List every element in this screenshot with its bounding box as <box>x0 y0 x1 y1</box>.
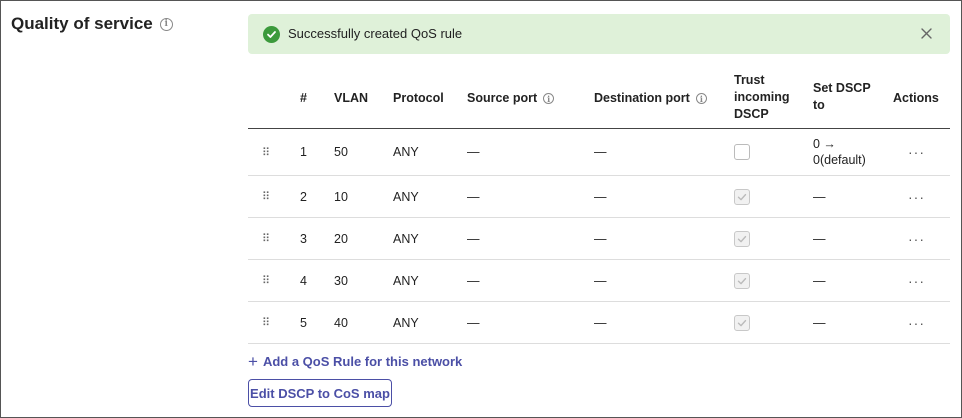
row-set-dscp-line2: 0(default) <box>813 153 866 167</box>
row-protocol: ANY <box>393 189 419 204</box>
row-actions-menu[interactable]: ··· <box>908 302 925 343</box>
row-destination-port: — <box>594 189 607 204</box>
row-destination-port: — <box>594 145 607 159</box>
table-row: ⠿ 1 50 ANY — — 0 → 0(default) ··· <box>248 129 950 176</box>
trust-checkbox[interactable] <box>734 188 750 205</box>
source-port-info-icon[interactable]: i <box>543 93 555 104</box>
row-actions-menu[interactable]: ··· <box>908 176 925 217</box>
header-trust-dscp: Trust incoming DSCP <box>734 72 790 123</box>
row-vlan: 50 <box>334 145 348 159</box>
header-set-dscp-line2: to <box>813 98 825 112</box>
plus-icon: + <box>248 352 258 371</box>
row-trust-cell <box>734 176 750 217</box>
row-trust-cell <box>734 218 750 259</box>
row-actions-menu[interactable]: ··· <box>908 129 925 175</box>
row-source-port: — <box>467 231 480 246</box>
trust-checkbox[interactable] <box>734 230 750 247</box>
header-trust-line2: incoming <box>734 90 790 104</box>
row-source-port: — <box>467 315 480 330</box>
toast-message: Successfully created QoS rule <box>288 26 463 41</box>
row-source-port: — <box>467 189 480 204</box>
header-set-dscp-line1: Set DSCP <box>813 81 871 95</box>
row-vlan: 10 <box>334 189 348 204</box>
row-source-port: — <box>467 145 480 159</box>
row-protocol: ANY <box>393 231 419 246</box>
edit-dscp-cos-map-button[interactable]: Edit DSCP to CoS map <box>248 379 392 407</box>
header-destination-port-label: Destination port <box>594 91 690 105</box>
row-set-dscp: — <box>813 189 826 204</box>
trust-checkbox[interactable] <box>734 272 750 289</box>
row-trust-cell <box>734 129 750 175</box>
row-destination-port: — <box>594 231 607 246</box>
row-protocol: ANY <box>393 315 419 330</box>
drag-handle-icon[interactable]: ⠿ <box>262 129 270 175</box>
header-trust-line3: DSCP <box>734 107 769 121</box>
header-destination-port: Destination port i <box>594 90 707 107</box>
trust-checkbox[interactable] <box>734 144 750 160</box>
row-num: 5 <box>300 315 307 330</box>
header-source-port-label: Source port <box>467 91 538 105</box>
add-qos-rule-label: Add a QoS Rule for this network <box>262 354 463 369</box>
close-icon[interactable] <box>918 25 934 41</box>
row-vlan: 40 <box>334 315 348 330</box>
row-destination-port: — <box>594 315 607 330</box>
header-vlan: VLAN <box>334 91 369 105</box>
destination-port-info-icon[interactable]: i <box>695 93 707 104</box>
table-row: ⠿ 2 10 ANY — — — ··· <box>248 176 950 218</box>
success-toast: Successfully created QoS rule <box>248 14 950 54</box>
row-num: 2 <box>300 189 307 204</box>
drag-handle-icon[interactable]: ⠿ <box>262 260 270 301</box>
row-actions-menu[interactable]: ··· <box>908 260 925 301</box>
drag-handle-icon[interactable]: ⠿ <box>262 218 270 259</box>
table-row: ⠿ 3 20 ANY — — — ··· <box>248 218 950 260</box>
row-num: 4 <box>300 273 307 288</box>
trust-checkbox[interactable] <box>734 314 750 331</box>
row-set-dscp: 0 → 0(default) <box>813 129 866 175</box>
row-vlan: 20 <box>334 231 348 246</box>
row-set-dscp: — <box>813 273 826 288</box>
table-header: # VLAN Protocol Source port i Destinatio… <box>248 70 950 129</box>
row-set-dscp-line1: 0 → <box>813 137 836 151</box>
qos-rules-table: # VLAN Protocol Source port i Destinatio… <box>248 70 950 344</box>
row-num: 3 <box>300 231 307 246</box>
row-protocol: ANY <box>393 273 419 288</box>
add-qos-rule-link[interactable]: + Add a QoS Rule for this network <box>248 353 462 370</box>
row-actions-menu[interactable]: ··· <box>908 218 925 259</box>
check-circle-icon <box>263 26 280 43</box>
section-title: Quality of service <box>11 14 153 33</box>
header-trust-line1: Trust <box>734 73 765 87</box>
row-num: 1 <box>300 145 307 159</box>
row-set-dscp: — <box>813 231 826 246</box>
header-source-port: Source port i <box>467 90 555 107</box>
row-source-port: — <box>467 273 480 288</box>
table-row: ⠿ 5 40 ANY — — — ··· <box>248 302 950 344</box>
header-actions: Actions <box>893 91 939 105</box>
row-destination-port: — <box>594 273 607 288</box>
row-trust-cell <box>734 302 750 343</box>
header-set-dscp: Set DSCP to <box>813 80 871 114</box>
row-set-dscp: — <box>813 315 826 330</box>
header-num: # <box>300 91 307 105</box>
table-row: ⠿ 4 30 ANY — — — ··· <box>248 260 950 302</box>
section-header: Quality of service i <box>11 14 173 34</box>
row-protocol: ANY <box>393 145 419 159</box>
row-trust-cell <box>734 260 750 301</box>
row-vlan: 30 <box>334 273 348 288</box>
header-protocol: Protocol <box>393 91 444 105</box>
info-icon[interactable]: i <box>159 17 173 31</box>
drag-handle-icon[interactable]: ⠿ <box>262 176 270 217</box>
drag-handle-icon[interactable]: ⠿ <box>262 302 270 343</box>
